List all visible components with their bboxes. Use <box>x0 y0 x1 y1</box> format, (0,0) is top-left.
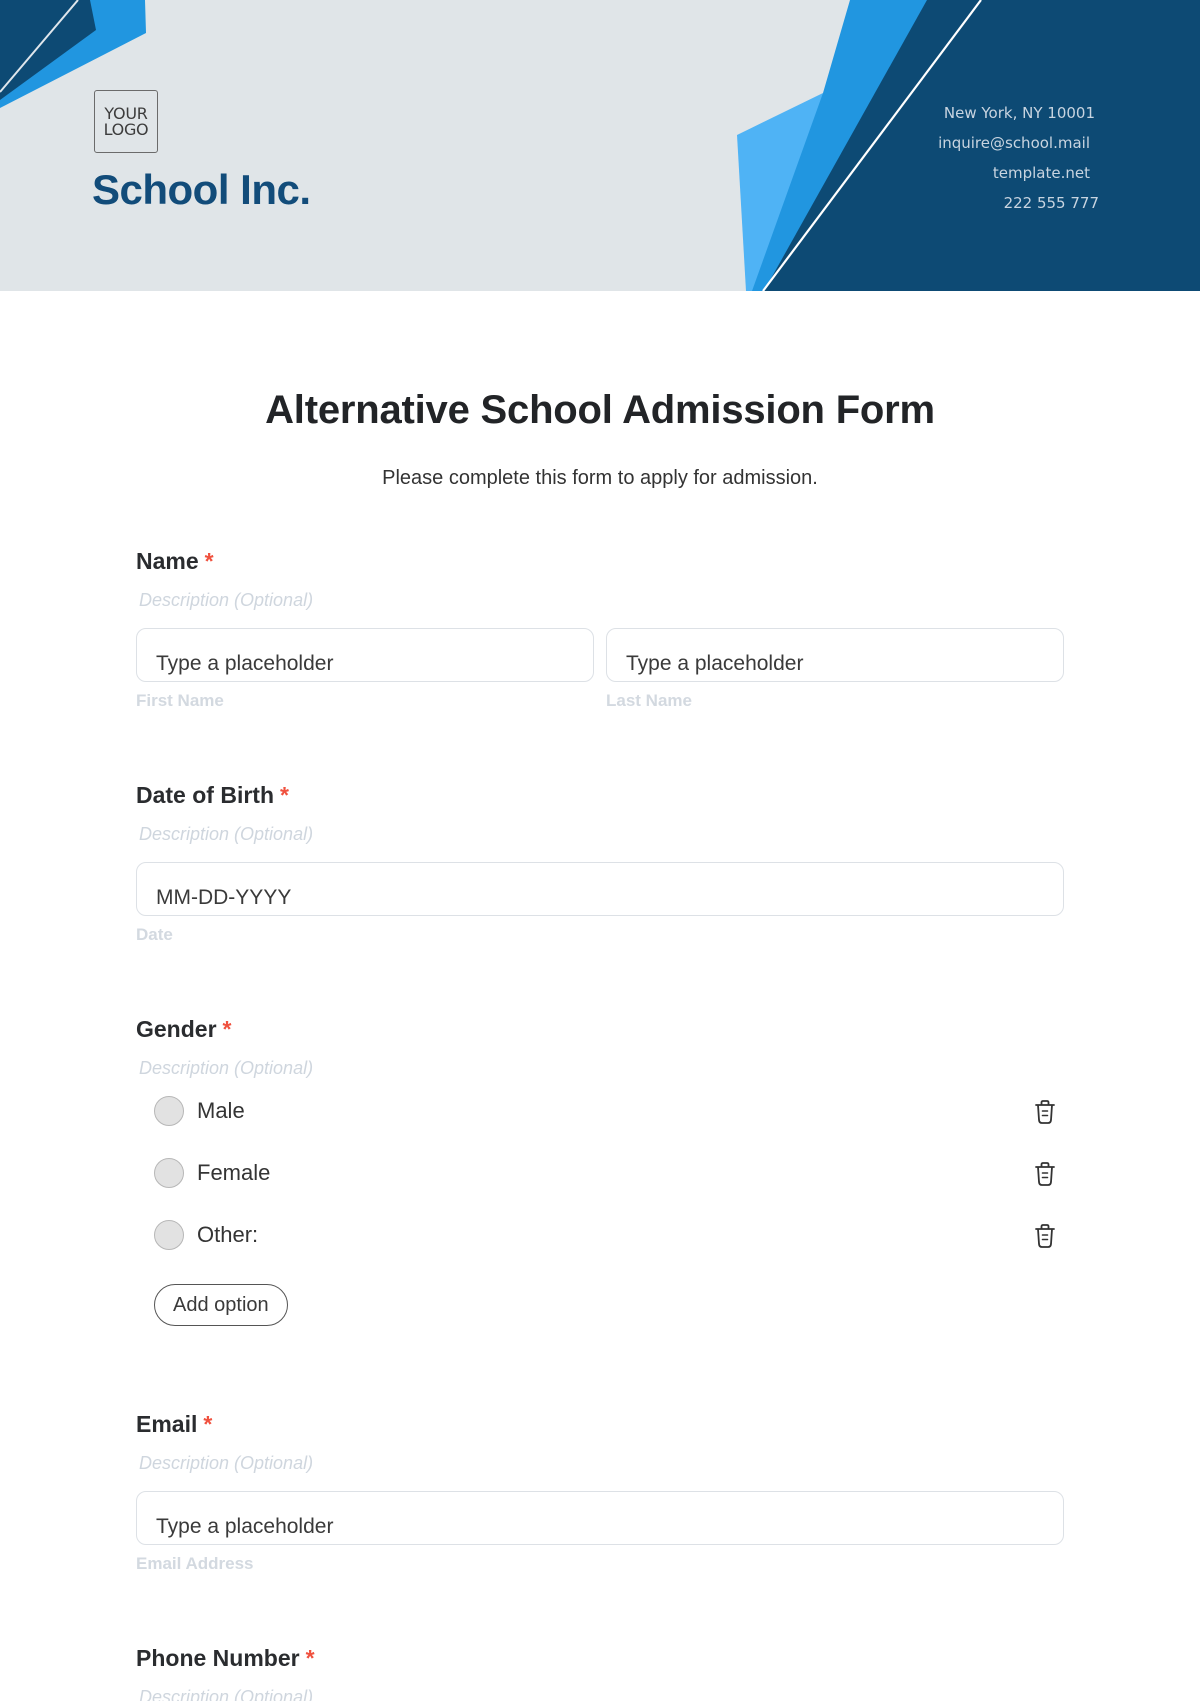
radio-label[interactable]: Female <box>197 1158 270 1188</box>
email-sublabel: Email Address <box>136 1554 254 1573</box>
add-option-button[interactable]: Add option <box>154 1284 288 1326</box>
radio-option-female[interactable]: Female <box>136 1158 1064 1220</box>
trash-icon[interactable] <box>1032 1222 1058 1250</box>
field-label-text: Date of Birth <box>136 782 274 808</box>
contact-address: New York, NY 10001 <box>943 104 1095 122</box>
field-label-text: Phone Number <box>136 1645 300 1671</box>
radio-label[interactable]: Other: <box>197 1220 258 1250</box>
logo-placeholder: YOUR LOGO <box>94 90 158 153</box>
required-asterisk: * <box>222 1016 232 1042</box>
field-name: Name * Description (Optional) Type a plac… <box>136 546 1064 712</box>
field-label-text: Gender <box>136 1016 217 1042</box>
trash-icon[interactable] <box>1032 1098 1058 1126</box>
trash-icon[interactable] <box>1032 1160 1058 1188</box>
last-name-input[interactable]: Type a placeholder <box>606 628 1064 682</box>
logo-text: YOUR LOGO <box>103 103 149 139</box>
field-email: Email * Description (Optional) Type a pla… <box>136 1409 1064 1575</box>
date-sublabel: Date <box>136 925 173 944</box>
radio-option-male[interactable]: Male <box>136 1096 1064 1158</box>
gender-options: Male Female Other: <box>136 1096 1064 1282</box>
radio-option-other[interactable]: Other: <box>136 1220 1064 1282</box>
first-name-input[interactable]: Type a placeholder <box>136 628 594 682</box>
field-description[interactable]: Description (Optional) <box>139 1451 1064 1475</box>
contact-phone: 222 555 777 <box>1003 194 1099 212</box>
field-label-text: Name <box>136 548 199 574</box>
field-label-text: Email <box>136 1411 198 1437</box>
date-of-birth-input[interactable]: MM-DD-YYYY <box>136 862 1064 916</box>
required-asterisk: * <box>203 1411 213 1437</box>
form-subtitle: Please complete this form to apply for a… <box>382 467 818 489</box>
field-description[interactable]: Description (Optional) <box>139 822 1064 846</box>
contact-info: New York, NY 10001 inquire@school.mail t… <box>938 100 1110 220</box>
first-name-sublabel: First Name <box>136 691 224 710</box>
required-asterisk: * <box>305 1645 315 1671</box>
last-name-sublabel: Last Name <box>606 691 692 710</box>
field-description[interactable]: Description (Optional) <box>139 1685 1064 1701</box>
contact-website: template.net <box>992 164 1090 182</box>
company-name: School Inc. <box>92 166 311 213</box>
field-description[interactable]: Description (Optional) <box>139 588 1064 612</box>
required-asterisk: * <box>280 782 289 808</box>
radio-button[interactable] <box>154 1220 184 1250</box>
radio-button[interactable] <box>154 1096 184 1126</box>
field-label: Email * <box>136 1409 1064 1439</box>
contact-email: inquire@school.mail <box>938 134 1090 152</box>
form-title: Alternative School Admission Form <box>265 388 935 432</box>
required-asterisk: * <box>204 548 214 574</box>
field-date-of-birth: Date of Birth * Description (Optional) MM… <box>136 780 1064 946</box>
radio-button[interactable] <box>154 1158 184 1188</box>
radio-label[interactable]: Male <box>197 1096 245 1126</box>
field-label: Phone Number * <box>136 1643 1064 1673</box>
field-label: Name * <box>136 546 1064 576</box>
field-phone-number: Phone Number * Description (Optional) <box>136 1643 1064 1701</box>
email-input[interactable]: Type a placeholder <box>136 1491 1064 1545</box>
field-description[interactable]: Description (Optional) <box>139 1056 1064 1080</box>
field-gender: Gender * Description (Optional) Male Fema… <box>136 1014 1064 1326</box>
header-banner: YOUR LOGO School Inc. New York, NY 10001… <box>0 0 1200 291</box>
field-label: Gender * <box>136 1014 1064 1044</box>
field-label: Date of Birth * <box>136 780 1064 810</box>
